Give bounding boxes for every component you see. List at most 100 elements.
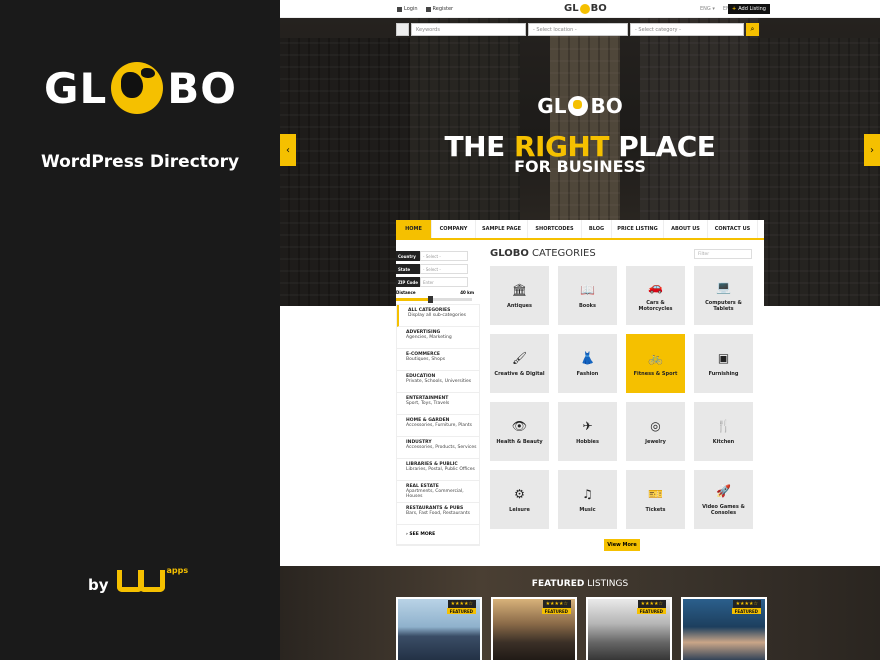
site-mockup: Login Register GLBO ENG ▾ EN ▾ + Add Lis… xyxy=(280,0,880,660)
filter-input[interactable]: Filter xyxy=(694,249,752,259)
promo-panel: GL BO WordPress Directory by apps xyxy=(0,0,280,660)
sidebar-category-item[interactable]: INDUSTRY Accessories, Products, Services xyxy=(397,437,479,459)
slider-handle[interactable] xyxy=(428,296,434,303)
hero-subtitle: FOR BUSINESS xyxy=(514,157,646,176)
view-more-button[interactable]: View More xyxy=(604,539,640,551)
featured-listing-card[interactable]: ★★★★☆ FEATURED xyxy=(491,597,577,660)
category-tile[interactable]: ▣ Furnishing xyxy=(694,334,753,393)
cutlery-icon: 🍴 xyxy=(716,419,731,433)
category-tile[interactable]: 🚗 Cars & Motorcycles xyxy=(626,266,685,325)
keywords-input[interactable]: Keywords xyxy=(411,23,526,36)
category-tile[interactable]: 💻 Computers & Tablets xyxy=(694,266,753,325)
hero-logo: GL BO xyxy=(537,94,623,118)
category-subtitle: Accessories, Products, Services xyxy=(406,445,477,450)
category-tile[interactable]: ♫ Music xyxy=(558,470,617,529)
add-listing-button[interactable]: + Add Listing xyxy=(728,4,770,14)
tagline: WordPress Directory xyxy=(40,152,240,172)
content-box: HOME COMPANY SAMPLE PAGE SHORTCODES BLOG PRIC… xyxy=(396,220,764,566)
sidebar-category-item[interactable]: EDUCATION Private, Schools, Universities xyxy=(397,371,479,393)
nav-company[interactable]: COMPANY xyxy=(432,220,476,238)
see-more-link[interactable]: › SEE MORE xyxy=(397,525,479,545)
laptop-icon: 💻 xyxy=(716,280,731,294)
category-tile[interactable]: ✈ Hobbies xyxy=(558,402,617,461)
car-icon: 🚗 xyxy=(648,280,663,294)
state-select[interactable]: - Select - xyxy=(420,264,468,274)
rating-badge: ★★★★☆ xyxy=(637,600,666,608)
search-filters: Country - Select - State - Select - ZIP Co… xyxy=(396,248,482,303)
search-icon[interactable]: ⌕ xyxy=(746,23,759,36)
category-subtitle: Agencies, Marketing xyxy=(406,335,452,340)
category-subtitle: Sport, Toys, Travels xyxy=(406,401,450,406)
sidebar-category-item[interactable]: ENTERTAINMENT Sport, Toys, Travels xyxy=(397,393,479,415)
nav-blog[interactable]: BLOG xyxy=(582,220,612,238)
sidebar-category-item[interactable]: RESTAURANTS & PUBS Bars, Fast Food, Resta… xyxy=(397,503,479,525)
category-tile[interactable]: 🚲 Fitness & Sport xyxy=(626,334,685,393)
rating-badge: ★★★★☆ xyxy=(732,600,761,608)
featured-listing-card[interactable]: ★★★★☆ FEATURED xyxy=(396,597,482,660)
category-tile-label: Fashion xyxy=(576,371,599,377)
slider-prev-button[interactable]: ‹ xyxy=(280,134,296,166)
rocket-icon: 🚀 xyxy=(716,484,731,498)
category-tile[interactable]: 👁 Health & Beauty xyxy=(490,402,549,461)
featured-badge: FEATURED xyxy=(446,608,476,614)
zip-label: ZIP Code xyxy=(396,277,420,287)
featured-title: FEATURED LISTINGS xyxy=(531,579,629,589)
category-tile-label: Video Games & Consoles xyxy=(702,504,745,516)
nav-contact-us[interactable]: CONTACT US xyxy=(708,220,758,238)
login-link[interactable]: Login xyxy=(397,6,418,12)
category-tile-label: Tickets xyxy=(645,507,666,513)
featured-listing-card[interactable]: ★★★★☆ FEATURED xyxy=(586,597,672,660)
featured-listing-card[interactable]: ★★★★☆ FEATURED xyxy=(681,597,767,660)
user-icon xyxy=(397,6,402,12)
category-tile[interactable]: 🎫 Tickets xyxy=(626,470,685,529)
nav-sample-page[interactable]: SAMPLE PAGE xyxy=(476,220,528,238)
nav-shortcodes[interactable]: SHORTCODES xyxy=(528,220,582,238)
category-select[interactable]: - Select category - xyxy=(630,23,744,36)
language-select[interactable]: ENG ▾ xyxy=(700,6,715,12)
sidebar-category-item[interactable]: E-COMMERCE Boutiques, Shops xyxy=(397,349,479,371)
nav-price-listing[interactable]: PRICE LISTING xyxy=(612,220,664,238)
globo-logo: GL BO xyxy=(44,60,237,116)
sidebar-category-item[interactable]: HOME & GARDEN Accessories, Furniture, Pla… xyxy=(397,415,479,437)
globe-icon xyxy=(568,96,589,116)
sidebar-category-item[interactable]: ADVERTISING Agencies, Marketing xyxy=(397,327,479,349)
zip-input[interactable]: Enter xyxy=(420,277,468,287)
distance-slider[interactable] xyxy=(396,296,472,303)
edit-icon xyxy=(425,6,431,12)
category-tile[interactable]: 📖 Books xyxy=(558,266,617,325)
category-tile-label: Leisure xyxy=(509,507,530,513)
nav-about-us[interactable]: ABOUT US xyxy=(664,220,708,238)
category-tile-label: Music xyxy=(579,507,596,513)
category-tile[interactable]: 🖌 Creative & Digital xyxy=(490,334,549,393)
category-tile[interactable]: 🚀 Video Games & Consoles xyxy=(694,470,753,529)
nav-home[interactable]: HOME xyxy=(396,220,432,238)
category-subtitle: Boutiques, Shops xyxy=(406,357,446,362)
music-icon: ♫ xyxy=(582,487,593,501)
dress-icon: 👗 xyxy=(580,351,595,365)
featured-listings: ★★★★☆ FEATURED ★★★★☆ FEATURED ★★★★☆ FEATURED ★… xyxy=(396,597,767,660)
book-icon: 📖 xyxy=(580,283,595,297)
featured-badge: FEATURED xyxy=(541,608,571,614)
category-tile[interactable]: ⚙ Leisure xyxy=(490,470,549,529)
grid-icon[interactable] xyxy=(396,23,409,36)
gem-icon: ◎ xyxy=(650,419,661,433)
slider-next-button[interactable]: › xyxy=(864,134,880,166)
category-subtitle: Bars, Fast Food, Restaurants xyxy=(406,511,471,516)
sidebar-category-item[interactable]: LIBRARIES & PUBLIC Libraries, Postal, Pub… xyxy=(397,459,479,481)
category-tile[interactable]: 👗 Fashion xyxy=(558,334,617,393)
category-tile[interactable]: 🍴 Kitchen xyxy=(694,402,753,461)
category-tile-label: Cars & Motorcycles xyxy=(638,300,673,312)
category-grid: 🏛 Antiques 📖 Books 🚗 Cars & Motorcycles 💻 Compu… xyxy=(490,266,753,529)
category-tile-label: Books xyxy=(579,303,596,309)
sidebar-category-item[interactable]: ALL CATEGORIES Display all sub-categories xyxy=(397,305,479,327)
by-label: by xyxy=(88,576,109,594)
category-tile-label: Fitness & Sport xyxy=(633,371,678,377)
distance-value: 40 km xyxy=(460,290,474,295)
country-select[interactable]: - Select - xyxy=(420,251,468,261)
category-tile[interactable]: ◎ Jewelry xyxy=(626,402,685,461)
register-link[interactable]: Register xyxy=(425,6,453,12)
category-tile[interactable]: 🏛 Antiques xyxy=(490,266,549,325)
sidebar-category-item[interactable]: REAL ESTATE Apartments, Commercial, House… xyxy=(397,481,479,503)
site-logo[interactable]: GL BO xyxy=(564,3,607,14)
location-select[interactable]: - Select location - xyxy=(528,23,628,36)
